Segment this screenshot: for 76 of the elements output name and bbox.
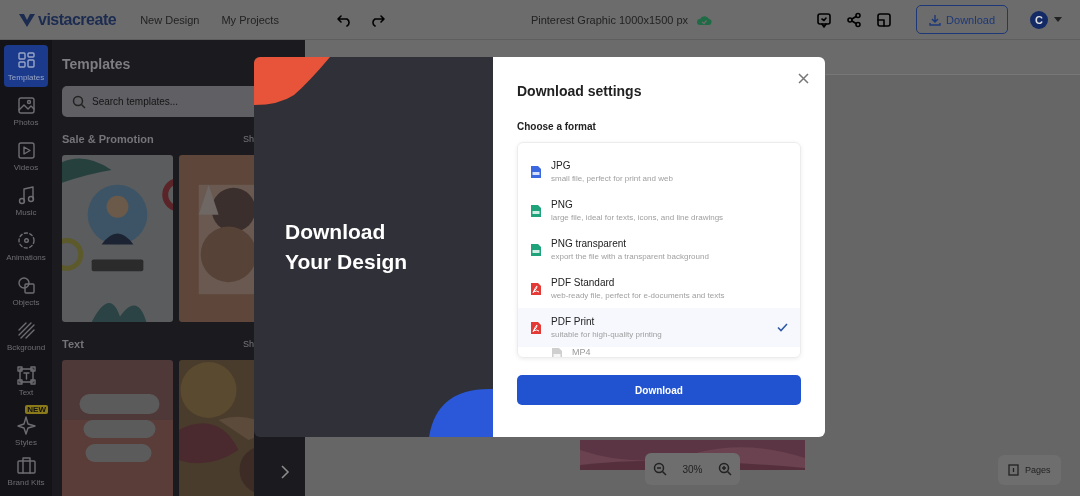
sidebar-item[interactable]: Styles <box>4 414 48 447</box>
sidebar-item[interactable]: Bckground <box>4 315 48 357</box>
nav-link[interactable]: My Projects <box>221 13 279 26</box>
zoom-out-icon[interactable] <box>652 462 667 476</box>
video-icon <box>15 140 37 161</box>
format-option[interactable]: JPG small file, perfect for print and web <box>518 152 800 191</box>
sparkle-icon <box>15 414 37 436</box>
dialog-title: Download settings <box>517 83 643 99</box>
format-option[interactable]: PNG transparent export the file with a transparent background <box>518 230 800 269</box>
briefcase-icon <box>15 455 37 476</box>
format-description: suitable for high-quality printing <box>551 330 663 339</box>
share-icon[interactable] <box>846 11 863 28</box>
section-label: Choose a format <box>517 121 597 132</box>
close-icon[interactable] <box>798 73 809 84</box>
undo-icon[interactable] <box>334 12 353 27</box>
panel-title: Templates <box>62 56 132 72</box>
sidebar-item[interactable]: Text <box>4 360 48 402</box>
text-icon <box>15 365 37 386</box>
sidebar-item[interactable]: Brand Kits <box>4 450 48 492</box>
search-icon <box>72 95 86 109</box>
document-title[interactable]: Pinterest Graphic 1000x1500 px <box>530 13 689 26</box>
format-description: web-ready file, perfect for e-documents and texts <box>551 291 726 300</box>
avatar[interactable]: C <box>1030 10 1048 29</box>
resize-icon[interactable] <box>876 11 893 28</box>
checkmark-icon <box>777 323 788 332</box>
sidebar-item[interactable]: Objects <box>4 270 48 312</box>
templates-icon <box>15 50 37 71</box>
show-all-link[interactable]: Sh <box>243 339 254 349</box>
sidebar-item[interactable]: Music <box>4 180 48 222</box>
section-title: Text <box>62 338 84 350</box>
file-icon <box>530 281 542 296</box>
logo-text: vistacreate <box>38 10 117 29</box>
file-icon <box>530 164 542 179</box>
file-icon <box>530 242 542 257</box>
sidebar-item[interactable]: Photos <box>4 90 48 132</box>
format-description: small file, perfect for print and web <box>551 174 674 183</box>
photo-icon <box>15 95 37 116</box>
nav-link[interactable]: New Design <box>140 13 200 26</box>
shapes-icon <box>15 275 37 296</box>
pages-icon <box>1008 464 1019 476</box>
download-icon <box>929 13 942 26</box>
file-icon <box>530 203 542 218</box>
sidebar-item[interactable]: Animations <box>4 225 48 267</box>
caret-icon[interactable] <box>1054 17 1062 22</box>
chevron-right-icon[interactable] <box>280 464 290 480</box>
format-name: JPG <box>551 160 572 171</box>
format-name: PDF Standard <box>551 277 616 288</box>
format-option[interactable]: MP4 <box>518 347 800 357</box>
promo-title: Download Your Design <box>285 219 408 275</box>
download-button[interactable]: Download <box>517 375 801 405</box>
format-option[interactable]: PDF Standard web-ready file, perfect for e-documents and texts <box>518 269 800 308</box>
format-name: PNG <box>551 199 574 210</box>
new-badge: NEW <box>25 405 48 414</box>
format-description: large file, ideal for texts, icons, and line drawings <box>551 213 725 222</box>
format-name: PDF Print <box>551 316 596 327</box>
format-option[interactable]: PDF Print suitable for high-quality printing <box>518 308 800 347</box>
file-icon <box>551 347 563 357</box>
zoom-in-icon[interactable] <box>718 462 733 476</box>
format-name: PNG transparent <box>551 238 628 249</box>
search-field[interactable]: Search templates... <box>62 86 254 117</box>
download-button[interactable]: Download <box>916 5 1008 34</box>
sidebar-item[interactable]: Templates <box>4 45 48 87</box>
file-icon <box>530 320 542 335</box>
corner-shape <box>429 387 493 437</box>
comment-icon[interactable] <box>816 11 833 28</box>
logo-icon <box>18 11 36 28</box>
pages-button[interactable]: Pages <box>998 455 1061 485</box>
zoom-level: 30% <box>682 463 703 475</box>
format-description: export the file with a transparent background <box>551 252 710 261</box>
animation-icon <box>15 230 37 251</box>
sidebar-item[interactable]: Videos <box>4 135 48 177</box>
format-option[interactable]: PNG large file, ideal for texts, icons, and line drawings <box>518 191 800 230</box>
cloud-check-icon <box>696 13 713 26</box>
show-all-link[interactable]: Sh <box>243 134 254 144</box>
section-title: Sale & Promotion <box>62 133 154 145</box>
format-name: MP4 <box>572 347 592 357</box>
